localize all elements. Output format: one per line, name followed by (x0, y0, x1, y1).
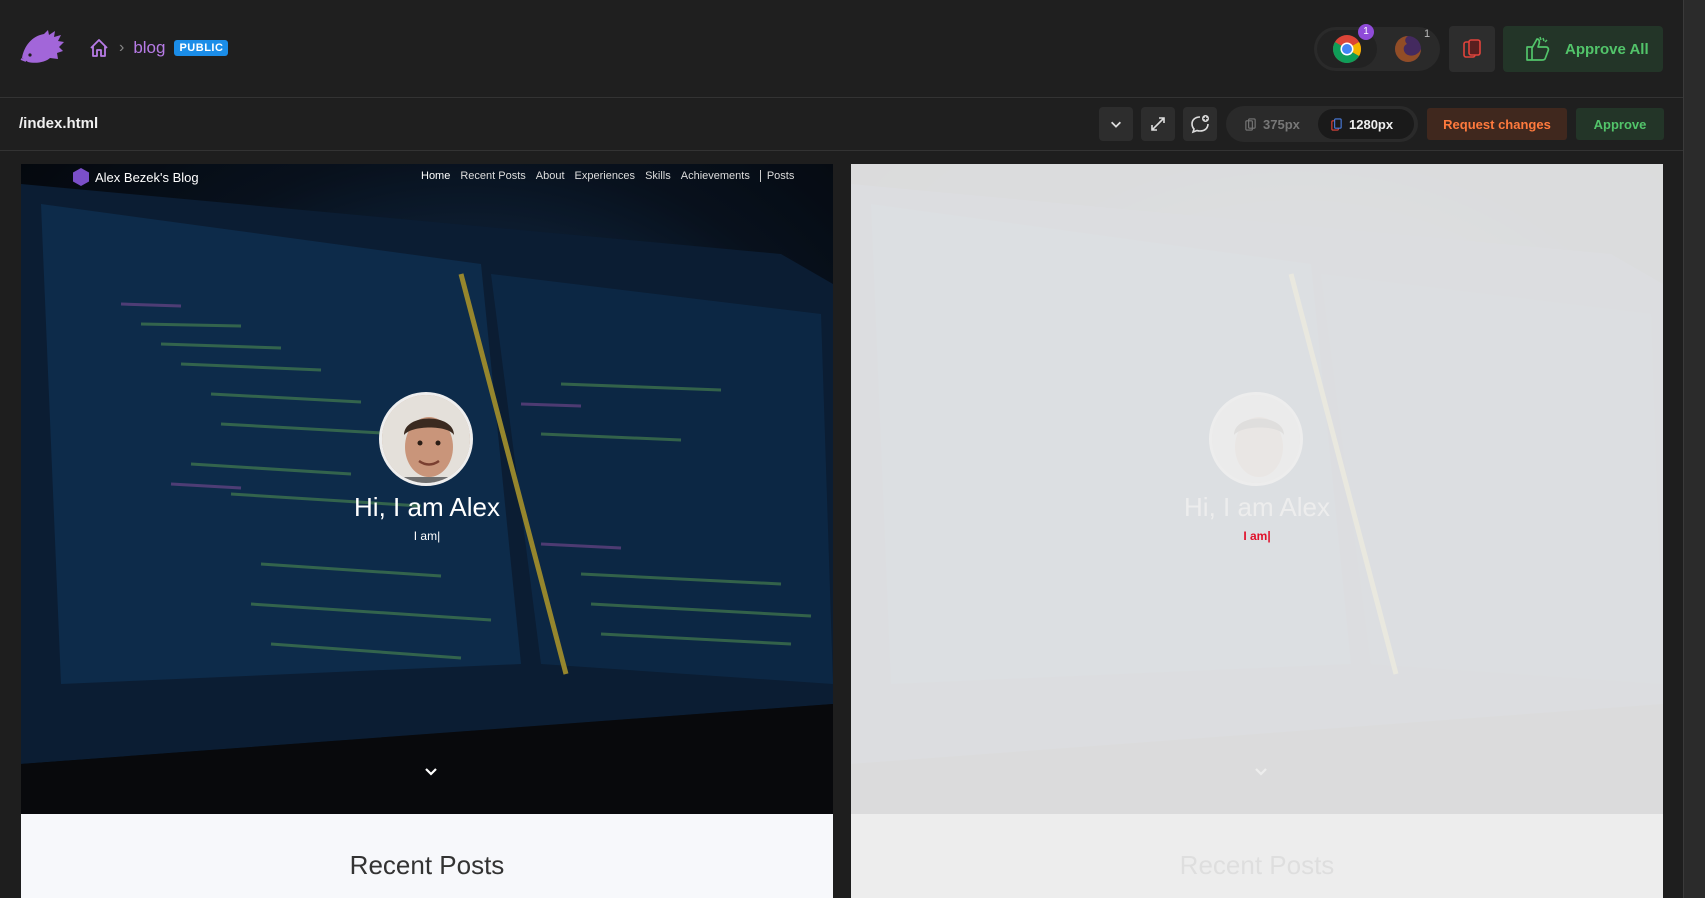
nav-home[interactable]: Home (421, 170, 450, 182)
browser-switcher: 1 1 (1314, 24, 1440, 71)
breadcrumb-project-link[interactable]: blog (133, 38, 165, 58)
nav-recent-posts[interactable]: Recent Posts (460, 170, 525, 182)
breadcrumb: › blog PUBLIC (88, 37, 229, 59)
baseline-snapshot-pane[interactable]: Alex Bezek's Blog Home Recent Posts Abou… (21, 164, 833, 898)
diff-highlight-text: I am| (1243, 529, 1271, 543)
viewport-1280-label: 1280px (1349, 116, 1394, 132)
preview-brand-label: Alex Bezek's Blog (95, 169, 199, 185)
copy-pages-icon (1463, 39, 1481, 58)
chrome-browser-button[interactable]: 1 (1317, 24, 1377, 68)
scroll-down-icon[interactable] (424, 764, 438, 778)
firefox-count-label: 1 (1424, 28, 1431, 40)
diff-snapshot-pane[interactable]: Hi, I am Alex Recent Posts I am| (851, 164, 1663, 898)
snapshots-button[interactable] (1449, 26, 1495, 72)
chevron-down-icon (1111, 121, 1121, 128)
scrollbar-track[interactable] (1683, 0, 1705, 898)
nav-posts[interactable]: Posts (759, 170, 794, 182)
hero-dim-overlay (21, 164, 833, 814)
nav-achievements[interactable]: Achievements (681, 170, 750, 182)
thumbs-up-icon (1526, 36, 1550, 61)
hero-title: Hi, I am Alex (354, 492, 500, 522)
preview-nav-links: Home Recent Posts About Experiences Skil… (421, 170, 794, 182)
top-bar: › blog PUBLIC 1 1 Approve All (0, 0, 1683, 98)
nav-skills[interactable]: Skills (645, 170, 671, 182)
hero-subtitle: I am| (413, 529, 441, 543)
hero-section: Alex Bezek's Blog Home Recent Posts Abou… (21, 164, 833, 814)
app-window: › blog PUBLIC 1 1 Approve All /index.htm… (0, 0, 1705, 898)
chrome-count-badge: 1 (1358, 24, 1374, 40)
chevron-right-icon: › (119, 39, 125, 56)
preview-brand[interactable]: Alex Bezek's Blog (71, 167, 199, 187)
approve-button[interactable]: Approve (1576, 108, 1664, 140)
comment-plus-icon (1191, 115, 1209, 134)
home-icon[interactable] (88, 37, 110, 59)
firefox-icon (1395, 36, 1421, 62)
viewport-switcher: 375px 1280px (1226, 106, 1418, 142)
approve-all-button[interactable]: Approve All (1503, 26, 1663, 72)
pages-icon (1245, 117, 1256, 131)
dropdown-toggle-button[interactable] (1099, 107, 1133, 141)
viewport-375-label: 375px (1263, 116, 1300, 132)
add-comment-button[interactable] (1183, 107, 1217, 141)
file-path: /index.html (19, 115, 99, 132)
avatar (379, 392, 473, 486)
recent-posts-heading: Recent Posts (349, 850, 505, 880)
viewport-375-button[interactable]: 375px (1232, 109, 1312, 139)
approve-all-label: Approve All (1565, 40, 1649, 58)
nav-experiences[interactable]: Experiences (575, 170, 636, 182)
firefox-browser-button[interactable]: 1 (1378, 28, 1438, 68)
preview-navbar: Alex Bezek's Blog Home Recent Posts Abou… (21, 164, 833, 190)
visibility-badge: PUBLIC (174, 40, 229, 56)
viewport-1280-button[interactable]: 1280px (1318, 109, 1414, 139)
hexagon-logo-icon (73, 168, 89, 186)
expand-icon (1151, 117, 1165, 131)
pages-icon (1331, 117, 1342, 131)
file-toolbar: /index.html 375px 1280px Request changes (0, 99, 1683, 151)
fullscreen-button[interactable] (1141, 107, 1175, 141)
chrome-icon (1333, 35, 1361, 63)
recent-posts-section: Recent Posts (21, 814, 833, 898)
request-changes-button[interactable]: Request changes (1427, 108, 1567, 140)
hedgehog-logo-icon[interactable] (18, 28, 66, 68)
nav-about[interactable]: About (536, 170, 565, 182)
